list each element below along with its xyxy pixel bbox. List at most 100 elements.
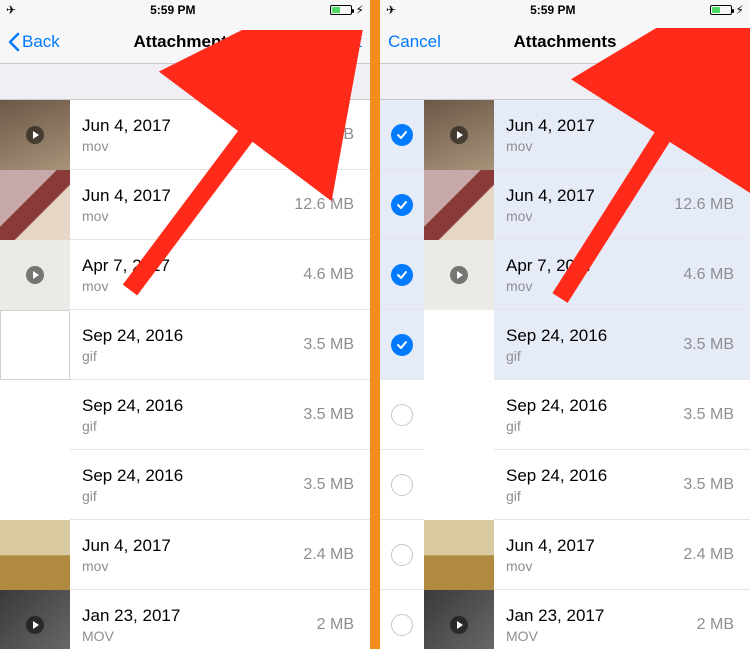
navbar: Cancel Attachments [380,20,750,64]
list-item[interactable]: Jan 23, 2017 MOV2 MB [0,590,370,649]
attachment-type: gif [506,348,683,364]
attachments-list: Jun 4, 2017mov26.5 MBJun 4, 2017mov12.6 … [0,100,370,649]
list-item[interactable]: Jun 4, 2017mov2.4 MB [380,520,750,590]
list-item[interactable]: Sep 24, 2016gif3.5 MB [380,380,750,450]
attachment-size: 2 MB [317,616,370,634]
attachment-type: gif [82,418,303,434]
attachment-date: Sep 24, 2016 [506,396,683,416]
attachment-size: 3.5 MB [683,406,750,424]
attachment-thumbnail [0,450,70,520]
attachment-size: 2 MB [697,616,750,634]
list-item[interactable]: Jun 4, 2017mov12.6 MB [380,170,750,240]
list-item[interactable]: Jun 4, 2017mov26.5 MB [0,100,370,170]
selection-checkbox[interactable] [380,404,424,426]
selection-checkbox[interactable] [380,124,424,146]
attachment-date: Jan 23, 2017 [82,606,317,626]
attachment-meta: Jun 4, 2017 mov [494,116,674,154]
attachment-date: Jun 4, 2017 [506,536,683,556]
attachment-size: 4.6 MB [303,266,370,284]
list-item[interactable]: Jun 4, 2017 mov2.4 MB [0,520,370,590]
attachment-thumbnail [0,240,70,310]
attachment-date: Sep 24, 2016 [82,326,303,346]
selection-checkbox[interactable] [380,334,424,356]
attachment-type: mov [82,208,294,224]
attachment-date: Apr 7, 2017 [82,256,303,276]
attachment-size: 3.5 MB [683,336,750,354]
list-item[interactable]: Sep 24, 2016 gif3.5 MB [0,310,370,380]
attachment-date: Sep 24, 2016 [506,326,683,346]
attachment-type: gif [82,488,303,504]
status-bar: ✈︎ 5:59 PM ⚡︎ [0,0,370,20]
list-item[interactable]: Sep 24, 2016gif3.5 MB [380,450,750,520]
attachment-type: mov [82,278,303,294]
list-item[interactable]: Apr 7, 2017 mov4.6 MB [0,240,370,310]
attachment-type: mov [82,558,303,574]
attachment-meta: Sep 24, 2016 gif [70,466,303,504]
attachment-thumbnail [0,520,70,590]
cancel-button[interactable]: Cancel [388,32,458,52]
airplane-mode-icon: ✈︎ [6,3,16,17]
status-time: 5:59 PM [150,3,195,17]
attachment-meta: Sep 24, 2016gif [494,396,683,434]
airplane-mode-icon: ✈︎ [386,3,396,17]
attachment-size: 2.4 MB [303,546,370,564]
attachment-size: 3.5 MB [303,476,370,494]
attachment-thumbnail [424,590,494,649]
attachment-type: mov [506,278,683,294]
attachment-meta: Jun 4, 2017 mov [70,536,303,574]
attachment-size: 3.5 MB [303,406,370,424]
attachment-type: gif [506,488,683,504]
attachment-size: 3.5 MB [303,336,370,354]
delete-button[interactable] [672,31,742,53]
attachment-thumbnail [0,170,70,240]
selection-checkbox[interactable] [380,474,424,496]
edit-label: Edit [333,32,362,52]
selection-checkbox[interactable] [380,614,424,636]
attachment-date: Jun 4, 2017 [82,116,294,136]
attachment-type: mov [506,558,683,574]
attachment-type: MOV [82,628,317,644]
attachment-size: 12.6 MB [674,196,750,214]
attachment-date: Jun 4, 2017 [82,186,294,206]
attachment-meta: Sep 24, 2016 gif [494,326,683,364]
attachment-type: MOV [506,628,697,644]
charging-icon: ⚡︎ [736,3,744,17]
attachment-thumbnail [424,520,494,590]
attachment-type: gif [82,348,303,364]
right-screen: ✈︎ 5:59 PM ⚡︎ Cancel Attachments Jun 4, … [380,0,750,649]
selection-checkbox[interactable] [380,264,424,286]
list-item[interactable]: Jun 4, 2017mov12.6 MB [0,170,370,240]
selection-checkbox[interactable] [380,544,424,566]
attachment-thumbnail [424,310,494,380]
attachment-meta: Sep 24, 2016gif [70,396,303,434]
attachment-size: 3.5 MB [683,476,750,494]
cancel-label: Cancel [388,32,441,52]
list-item[interactable]: Jan 23, 2017 MOV2 MB [380,590,750,649]
attachment-type: mov [506,138,674,154]
list-item[interactable]: Apr 7, 2017 mov4.6 MB [380,240,750,310]
attachment-date: Jan 23, 2017 [506,606,697,626]
attachment-date: Sep 24, 2016 [82,466,303,486]
list-item[interactable]: Jun 4, 2017 mov26.5 MB [380,100,750,170]
attachment-date: Apr 7, 2017 [506,256,683,276]
attachment-size: 26.5 MB [674,126,750,144]
list-item[interactable]: Sep 24, 2016gif3.5 MB [0,380,370,450]
chevron-left-icon [8,32,20,52]
edit-button[interactable]: Edit [292,32,362,52]
attachment-thumbnail [0,310,70,380]
section-spacer [380,64,750,100]
attachment-size: 4.6 MB [683,266,750,284]
status-time: 5:59 PM [530,3,575,17]
attachment-thumbnail [0,590,70,649]
back-button[interactable]: Back [8,32,78,52]
attachment-meta: Sep 24, 2016gif [494,466,683,504]
attachment-date: Jun 4, 2017 [82,536,303,556]
attachment-date: Jun 4, 2017 [506,186,674,206]
attachment-meta: Apr 7, 2017 mov [70,256,303,294]
list-item[interactable]: Sep 24, 2016 gif3.5 MB [0,450,370,520]
list-item[interactable]: Sep 24, 2016 gif3.5 MB [380,310,750,380]
attachment-meta: Jun 4, 2017 mov [70,186,294,224]
attachment-thumbnail [424,170,494,240]
selection-checkbox[interactable] [380,194,424,216]
attachment-date: Jun 4, 2017 [506,116,674,136]
